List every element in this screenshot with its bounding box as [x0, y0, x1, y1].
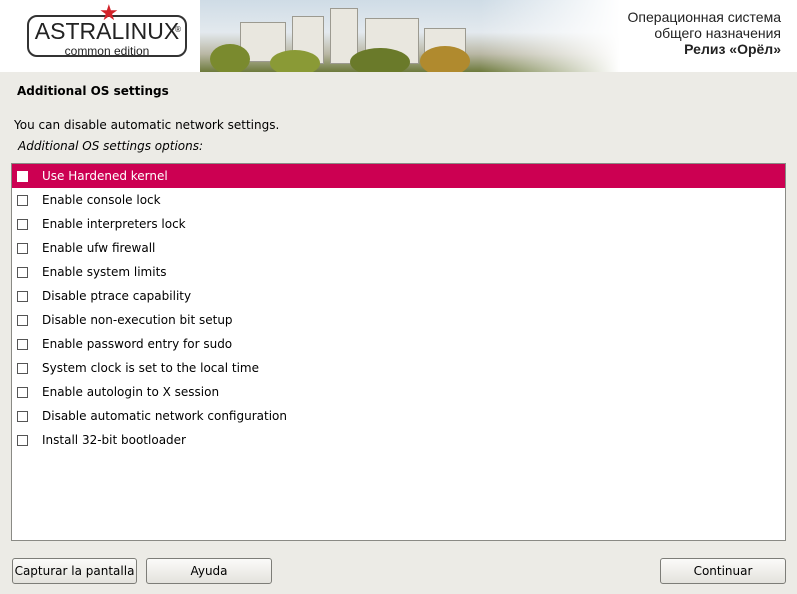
checkbox[interactable] — [17, 410, 28, 422]
option-label: Enable autologin to X session — [42, 385, 220, 399]
option-label: Enable system limits — [42, 265, 167, 279]
option-label: Disable automatic network configuration — [42, 409, 287, 423]
city-panorama — [200, 0, 620, 72]
astralinux-logo: ★ ASTRALINUX common edition ® — [27, 3, 187, 58]
continue-button[interactable]: Continuar — [660, 558, 786, 584]
os-options-list[interactable]: Use Hardened kernel Enable console lock … — [11, 163, 786, 541]
checkbox[interactable] — [17, 338, 28, 350]
option-autologin-x[interactable]: Enable autologin to X session — [12, 380, 785, 404]
checkbox[interactable] — [17, 362, 28, 374]
option-label: Enable password entry for sudo — [42, 337, 233, 351]
checkbox[interactable] — [17, 170, 28, 182]
option-label: Enable ufw firewall — [42, 241, 156, 255]
checkbox[interactable] — [17, 194, 28, 206]
option-label: System clock is set to the local time — [42, 361, 260, 375]
option-32bit-bootloader[interactable]: Install 32-bit bootloader — [12, 428, 785, 452]
page-description: You can disable automatic network settin… — [14, 118, 280, 132]
option-label: Disable ptrace capability — [42, 289, 192, 303]
os-edition-text: Операционная система общего назначения Р… — [628, 9, 781, 57]
option-disable-nx-bit[interactable]: Disable non-execution bit setup — [12, 308, 785, 332]
option-enable-system-limits[interactable]: Enable system limits — [12, 260, 785, 284]
checkbox[interactable] — [17, 242, 28, 254]
checkbox[interactable] — [17, 314, 28, 326]
option-disable-ptrace[interactable]: Disable ptrace capability — [12, 284, 785, 308]
option-label: Disable non-execution bit setup — [42, 313, 233, 327]
page-title: Additional OS settings — [17, 84, 169, 98]
release-name: Релиз «Орёл» — [684, 41, 781, 57]
os-type-line1: Операционная система — [627, 9, 781, 25]
option-local-time-clock[interactable]: System clock is set to the local time — [12, 356, 785, 380]
checkbox[interactable] — [17, 386, 28, 398]
checkbox[interactable] — [17, 290, 28, 302]
registered-mark: ® — [174, 25, 182, 34]
option-label: Enable interpreters lock — [42, 217, 186, 231]
os-type-line2: общего назначения — [654, 25, 781, 41]
option-enable-interpreters-lock[interactable]: Enable interpreters lock — [12, 212, 785, 236]
option-label: Use Hardened kernel — [42, 169, 168, 183]
option-label: Enable console lock — [42, 193, 161, 207]
help-button[interactable]: Ayuda — [146, 558, 272, 584]
option-label: Install 32-bit bootloader — [42, 433, 186, 447]
checkbox[interactable] — [17, 266, 28, 278]
option-use-hardened-kernel[interactable]: Use Hardened kernel — [12, 164, 785, 188]
options-list-caption: Additional OS settings options: — [18, 139, 204, 153]
option-enable-console-lock[interactable]: Enable console lock — [12, 188, 785, 212]
screenshot-button[interactable]: Capturar la pantalla — [12, 558, 137, 584]
logo-subtitle: common edition — [64, 44, 150, 58]
option-disable-auto-network[interactable]: Disable automatic network configuration — [12, 404, 785, 428]
checkbox[interactable] — [17, 218, 28, 230]
logo-title: ASTRALINUX — [34, 18, 180, 44]
header-banner: ★ ASTRALINUX common edition ® Операционн… — [0, 0, 797, 72]
checkbox[interactable] — [17, 434, 28, 446]
option-sudo-password[interactable]: Enable password entry for sudo — [12, 332, 785, 356]
option-enable-ufw-firewall[interactable]: Enable ufw firewall — [12, 236, 785, 260]
